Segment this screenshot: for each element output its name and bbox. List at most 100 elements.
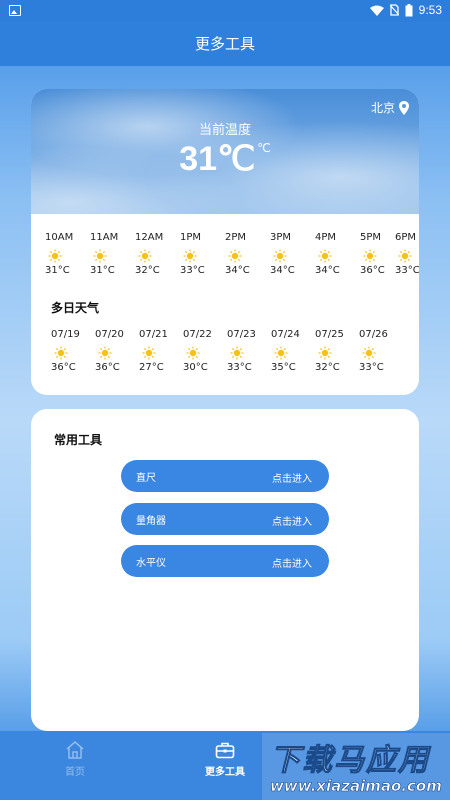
nav-home-label: 首页: [65, 767, 85, 778]
day-label: 07/25: [315, 329, 344, 340]
hour-label: 6PM: [395, 232, 417, 243]
hour-label: 4PM: [315, 232, 337, 243]
day-label: 07/24: [271, 329, 300, 340]
hour-label: 3PM: [270, 232, 292, 243]
tool-enter-label: 点击进入: [272, 559, 312, 570]
day-label: 07/26: [359, 329, 388, 340]
sun-icon: [318, 249, 332, 263]
day-temp: 33°C: [227, 362, 252, 373]
tool-enter-label: 点击进入: [272, 517, 312, 528]
day-temp: 30°C: [183, 362, 208, 373]
multi-day-title: 多日天气: [51, 301, 100, 315]
sun-icon: [142, 346, 156, 360]
hourly-item: 12AM 32°C: [135, 232, 179, 276]
day-temp: 35°C: [271, 362, 296, 373]
clock: 9:53: [418, 3, 442, 17]
location-name: 北京: [370, 101, 395, 115]
daily-item: 07/23 33°C: [227, 329, 271, 373]
hour-temp: 31°C: [90, 265, 115, 276]
hour-temp: 31°C: [45, 265, 70, 276]
sun-icon: [274, 346, 288, 360]
sun-icon: [93, 249, 107, 263]
nav-more-label: 更多工具: [205, 767, 245, 778]
hour-temp: 34°C: [315, 265, 340, 276]
nav-home[interactable]: 首页: [40, 741, 110, 778]
tool-name: 量角器: [136, 516, 166, 527]
hourly-item: 4PM 34°C: [315, 232, 359, 276]
nav-more-tools[interactable]: 更多工具: [190, 741, 260, 778]
level-tool-button[interactable]: 水平仪 点击进入: [121, 545, 329, 577]
hour-temp: 33°C: [180, 265, 205, 276]
sun-icon: [48, 249, 62, 263]
hourly-forecast: 10AM 31°C 11AM 31°C 12AM 32°C 1PM 33°C 2…: [45, 232, 419, 282]
location-selector[interactable]: 北京: [371, 99, 409, 116]
day-label: 07/20: [95, 329, 124, 340]
sun-icon: [318, 346, 332, 360]
hour-temp: 34°C: [270, 265, 295, 276]
page-title: 更多工具: [0, 22, 450, 66]
weather-card: 北京 当前温度 31℃ ℃ 10AM 31°C 11AM 31°C 12AM 32…: [31, 89, 419, 395]
sun-icon: [228, 249, 242, 263]
day-label: 07/23: [227, 329, 256, 340]
sun-icon: [186, 346, 200, 360]
toolbox-icon: [215, 742, 235, 759]
hour-label: 2PM: [225, 232, 247, 243]
tool-name: 直尺: [136, 473, 156, 484]
watermark-url: www.xiazaimao.com: [270, 777, 442, 796]
daily-item: 07/25 32°C: [315, 329, 359, 373]
daily-item: 07/21 27°C: [139, 329, 183, 373]
protractor-tool-button[interactable]: 量角器 点击进入: [121, 503, 329, 535]
status-icons: 9:53: [369, 3, 442, 17]
hour-label: 1PM: [180, 232, 202, 243]
home-icon: [66, 741, 84, 759]
sky-banner: 北京 当前温度 31℃ ℃: [31, 89, 419, 214]
hour-label: 11AM: [90, 232, 119, 243]
daily-item: 07/19 36°C: [51, 329, 95, 373]
current-temp: 31℃ ℃: [31, 139, 419, 179]
current-temp-value: 31℃: [179, 140, 256, 178]
watermark: 下载马应用 www.xiazaimao.com: [262, 733, 450, 800]
day-temp: 27°C: [139, 362, 164, 373]
day-temp: 36°C: [95, 362, 120, 373]
daily-forecast: 07/19 36°C 07/20 36°C 07/21 27°C 07/22 3…: [51, 329, 411, 383]
sun-icon: [98, 346, 112, 360]
sun-icon: [183, 249, 197, 263]
sun-icon: [363, 249, 377, 263]
sun-icon: [54, 346, 68, 360]
battery-icon: [405, 3, 413, 16]
hourly-item: 6PM 33°C: [395, 232, 419, 276]
image-notification-icon: [9, 5, 21, 16]
wifi-icon: [369, 5, 384, 16]
current-temp-label: 当前温度: [198, 123, 251, 138]
hourly-item: 3PM 34°C: [270, 232, 314, 276]
day-label: 07/22: [183, 329, 212, 340]
sun-icon: [230, 346, 244, 360]
temp-unit: ℃: [257, 141, 271, 155]
hourly-item: 1PM 33°C: [180, 232, 224, 276]
sun-icon: [362, 346, 376, 360]
tools-card: 常用工具 直尺 点击进入 量角器 点击进入 水平仪 点击进入: [31, 409, 419, 731]
location-pin-icon: [399, 100, 409, 115]
day-temp: 32°C: [315, 362, 340, 373]
hourly-item: 11AM 31°C: [90, 232, 134, 276]
daily-item: 07/26 33°C: [359, 329, 403, 373]
sun-icon: [398, 249, 412, 263]
day-label: 07/19: [51, 329, 80, 340]
sun-icon: [138, 249, 152, 263]
sun-icon: [273, 249, 287, 263]
daily-item: 07/22 30°C: [183, 329, 227, 373]
day-label: 07/21: [139, 329, 168, 340]
tool-enter-label: 点击进入: [272, 474, 312, 485]
ruler-tool-button[interactable]: 直尺 点击进入: [121, 460, 329, 492]
status-bar: 9:53: [0, 0, 450, 22]
day-temp: 36°C: [51, 362, 76, 373]
hourly-item: 2PM 34°C: [225, 232, 269, 276]
watermark-text: 下载马应用: [270, 743, 430, 779]
hour-label: 12AM: [135, 232, 164, 243]
day-temp: 33°C: [359, 362, 384, 373]
hour-label: 10AM: [45, 232, 74, 243]
tool-name: 水平仪: [136, 558, 166, 569]
hour-temp: 34°C: [225, 265, 250, 276]
hour-temp: 33°C: [395, 265, 419, 276]
daily-item: 07/20 36°C: [95, 329, 139, 373]
